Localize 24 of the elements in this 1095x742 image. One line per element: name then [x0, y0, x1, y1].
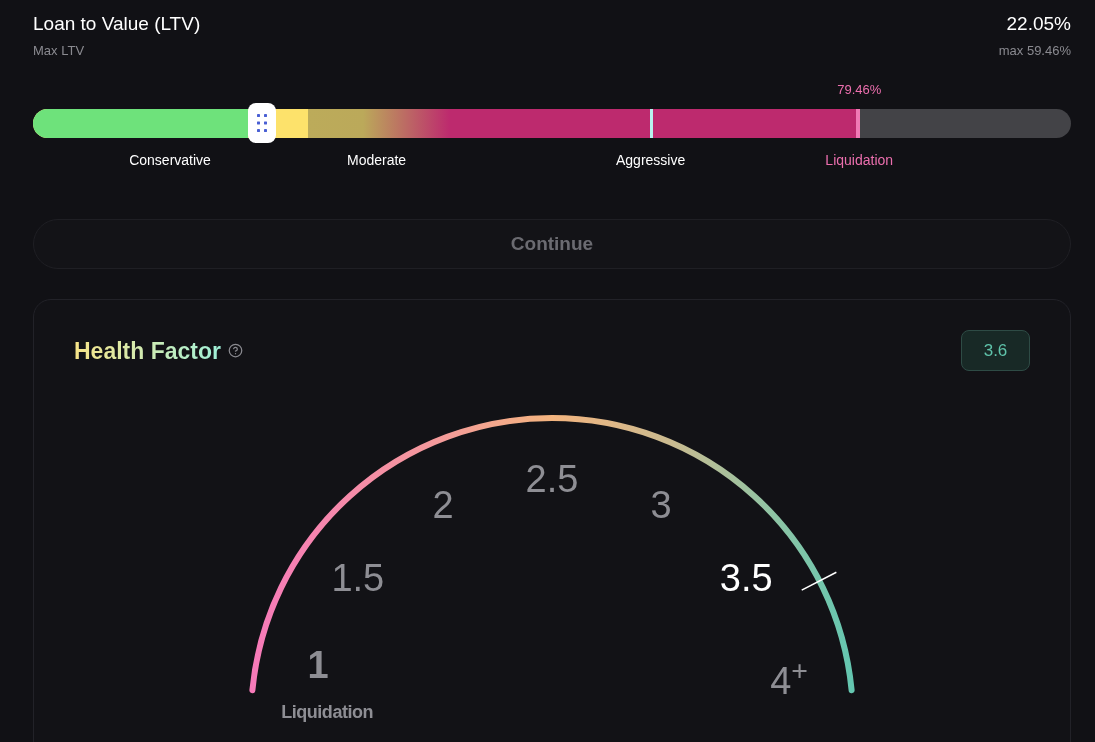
ltv-subtitle: Max LTV — [33, 42, 86, 60]
health-factor-value: 3.6 — [961, 330, 1030, 371]
max-ltv-value: max 59.46% — [998, 42, 1071, 60]
risk-zone-label: Moderate — [347, 151, 407, 170]
help-icon[interactable] — [228, 343, 243, 358]
gauge-tick-label: 2.5 — [525, 460, 579, 498]
gauge-tick-label: 4$^{+}$ — [770, 662, 808, 701]
gauge-tick-label: 3.5 — [719, 558, 773, 597]
ltv-slider-track[interactable] — [33, 109, 1071, 138]
risk-zone-label: Conservative — [129, 151, 211, 170]
liquidation-caption: Liquidation — [281, 703, 374, 721]
slider-handle[interactable] — [247, 103, 276, 143]
ltv-title: Loan to Value (LTV) — [33, 12, 201, 36]
gauge-tick-label: 2 — [432, 486, 454, 525]
grip-dots-icon — [256, 114, 267, 132]
risk-zone-label: Liquidation — [825, 151, 894, 170]
liquidation-marker — [856, 109, 861, 138]
liquidation-threshold-label: 79.46% — [837, 81, 882, 99]
gauge-tick-label: 1 — [307, 646, 329, 684]
risk-zone-label: Aggressive — [616, 151, 686, 170]
max-ltv-marker — [650, 109, 654, 138]
ltv-value: 22.05% — [1006, 12, 1071, 36]
gauge-tick-label: 3 — [650, 486, 672, 525]
gauge-tick-label: 1.5 — [331, 558, 385, 597]
